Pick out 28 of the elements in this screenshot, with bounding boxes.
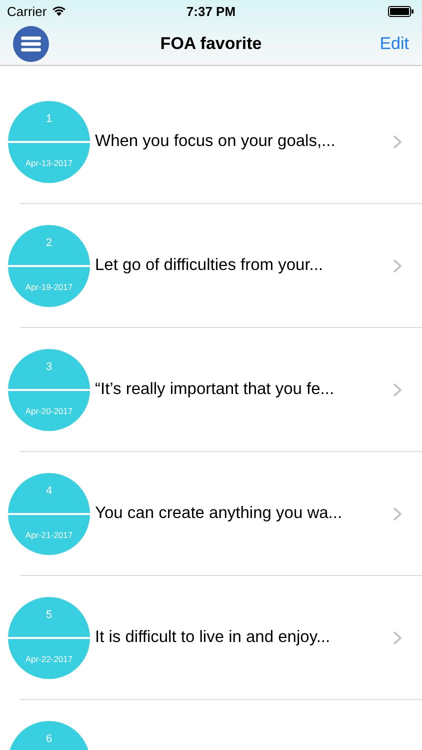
item-date: Apr-21-2017 [25,530,73,540]
chevron-icon [393,259,402,273]
item-date: Apr-22-2017 [25,654,73,664]
quote-title[interactable]: “It’s really important that you fe... [95,380,334,399]
menu-icon[interactable] [13,26,49,62]
quote-title[interactable]: It is difficult to live in and enjoy... [95,628,330,647]
item-number: 2 [46,236,52,248]
chevron-icon [393,135,402,149]
chevron-icon [393,631,402,645]
carrier-label: Carrier [7,4,47,18]
item-number: 5 [46,608,52,620]
battery-icon [388,6,414,16]
quote-title[interactable]: Let go of difficulties from your... [95,256,324,275]
item-date: Apr-20-2017 [25,406,73,416]
item-number: 4 [46,484,52,496]
quote-title[interactable]: You can create anything you wa... [95,504,342,523]
item-number: 6 [46,732,52,744]
wifi-icon [52,6,66,16]
status-time: 7:37 PM [186,4,236,18]
nav-title: FOA favorite [160,34,262,54]
chevron-icon [393,507,402,521]
item-date: Apr-19-2017 [25,282,73,292]
item-number: 3 [46,360,52,372]
chevron-icon [393,383,402,397]
quote-title[interactable]: When you focus on your goals,... [95,132,336,151]
item-number: 1 [46,112,52,124]
item-date: Apr-13-2017 [25,158,73,168]
edit-button[interactable]: Edit [374,30,415,58]
